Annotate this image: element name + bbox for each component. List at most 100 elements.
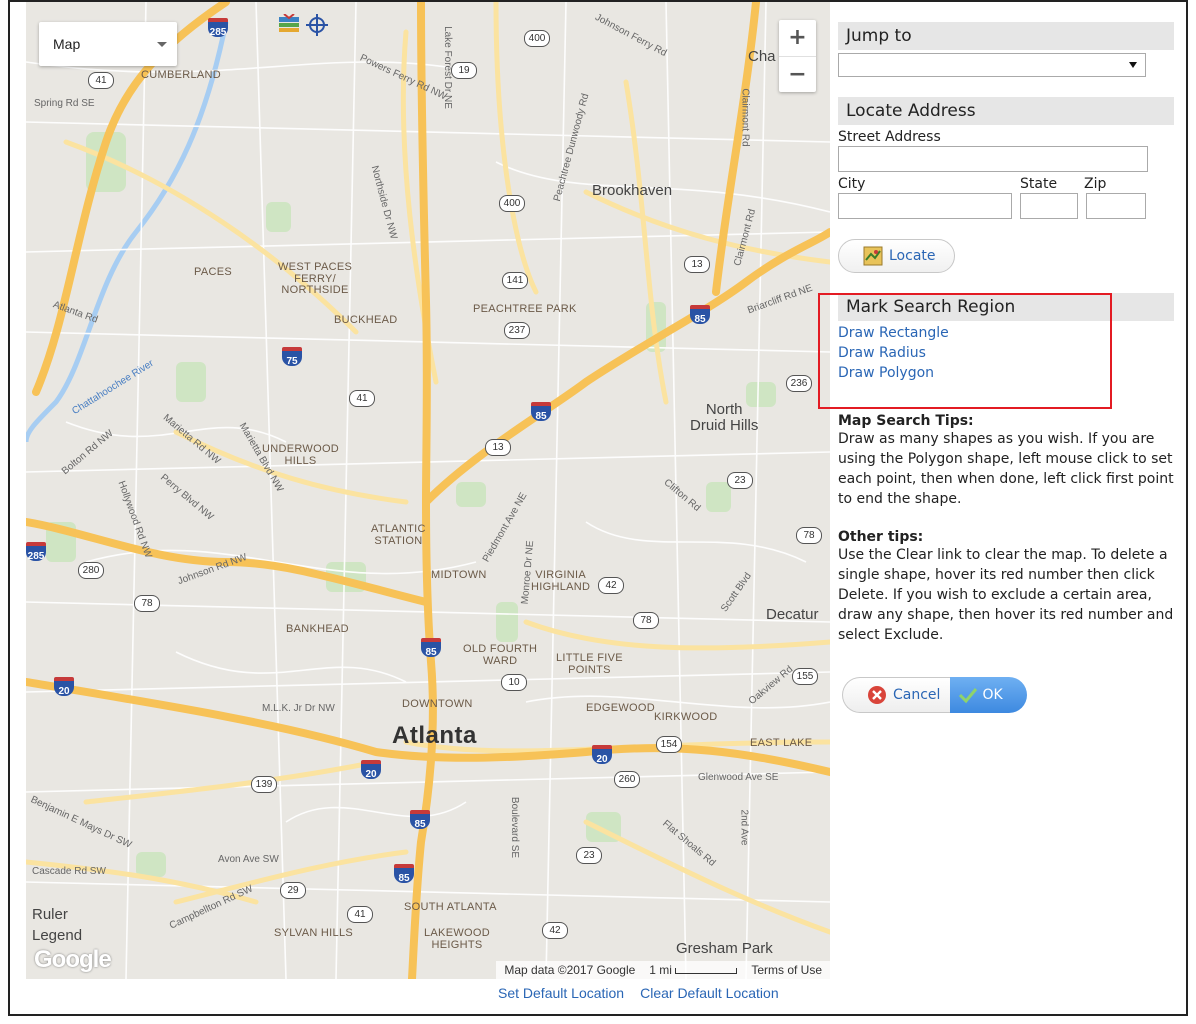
shield-400: 400 [499, 195, 525, 212]
zip-label: Zip [1084, 176, 1107, 192]
shield-10: 10 [501, 674, 527, 691]
map-scale: 1 mi [649, 963, 738, 977]
locate-button[interactable]: Locate [838, 239, 955, 273]
crosshair-icon[interactable] [306, 14, 328, 36]
shield-139: 139 [251, 776, 277, 793]
chevron-down-icon [157, 42, 167, 47]
place-brookhaven: Brookhaven [592, 182, 673, 199]
map-ruler-label[interactable]: Ruler [32, 907, 68, 923]
terms-link[interactable]: Terms of Use [751, 963, 822, 977]
shield-i20-east: 20 [592, 745, 612, 765]
place-paces: PACES [194, 266, 232, 278]
shield-i85-ne: 85 [690, 305, 710, 325]
place-gresham-park: Gresham Park [676, 940, 773, 957]
map-tools [278, 14, 332, 36]
clear-default-location-link[interactable]: Clear Default Location [640, 985, 779, 1001]
cancel-button[interactable]: Cancel [842, 677, 951, 713]
shield-29: 29 [280, 882, 306, 899]
road-boulevard: Boulevard SE [509, 796, 521, 859]
cancel-icon [868, 686, 886, 704]
zoom-control: + − [779, 20, 816, 92]
shield-i20-downtown: 20 [361, 760, 381, 780]
shield-41-north: 41 [88, 72, 114, 89]
map-base-layer [26, 2, 830, 979]
shield-260: 260 [614, 771, 640, 788]
shield-154: 154 [656, 736, 682, 753]
place-cumberland: CUMBERLAND [141, 69, 222, 81]
map-attribution-bar: Map data ©2017 Google 1 mi Terms of Use [496, 961, 830, 979]
google-logo: Google [34, 946, 112, 973]
place-cha: Cha [748, 48, 776, 65]
shield-78-west: 78 [134, 595, 160, 612]
shield-13: 13 [485, 439, 511, 456]
jump-to-select[interactable] [838, 53, 1146, 77]
zip-input[interactable] [1086, 193, 1146, 219]
road-mlk: M.L.K. Jr Dr NW [262, 703, 335, 714]
place-downtown: DOWNTOWN [402, 698, 473, 710]
map-attribution: Map data ©2017 Google [504, 963, 636, 977]
road-avon: Avon Ave SW [218, 854, 279, 865]
shield-19: 19 [451, 62, 477, 79]
map-type-selector[interactable]: Map [39, 22, 177, 66]
other-tips-text: Use the Clear link to clear the map. To … [838, 547, 1174, 643]
place-sylvan-hills: SYLVAN HILLS [274, 927, 354, 939]
street-address-label: Street Address [838, 129, 941, 145]
shield-236: 236 [786, 375, 812, 392]
locate-address-header: Locate Address [838, 97, 1174, 125]
city-label: City [838, 176, 866, 192]
checkmark-icon [959, 688, 978, 704]
state-input[interactable] [1020, 193, 1078, 219]
shield-280: 280 [78, 562, 104, 579]
road-2nd-ave: 2nd Ave [738, 809, 750, 846]
shield-13-ne: 13 [684, 256, 710, 273]
zoom-out-button[interactable]: − [779, 57, 816, 93]
map-icon [863, 246, 883, 266]
road-spring-rd: Spring Rd SE [34, 98, 95, 109]
shield-i85-north: 85 [531, 402, 551, 422]
place-kirkwood: KIRKWOOD [654, 711, 718, 723]
place-south-atlanta: SOUTH ATLANTA [404, 901, 497, 913]
set-default-location-link[interactable]: Set Default Location [498, 985, 624, 1001]
zoom-in-button[interactable]: + [779, 20, 816, 57]
map-type-label: Map [53, 36, 81, 52]
place-old-fourth-ward: OLD FOURTH WARD [463, 643, 538, 667]
shield-23-south: 23 [576, 847, 602, 864]
shield-42-north: 42 [598, 577, 624, 594]
shield-42-south: 42 [542, 922, 568, 939]
shield-i85-lower: 85 [394, 864, 414, 884]
place-virginia-highland: VIRGINIA HIGHLAND [531, 569, 591, 593]
place-underwood-hills: UNDERWOOD HILLS [262, 443, 340, 467]
road-glenwood: Glenwood Ave SE [698, 772, 779, 783]
map-canvas[interactable]: CUMBERLAND PACES WEST PACES FERRY/ NORTH… [26, 2, 830, 979]
shield-41-south: 41 [347, 906, 373, 923]
road-clairmont: Clairmont Rd [739, 88, 751, 147]
map-location-links: Set Default Location Clear Default Locat… [498, 985, 779, 1001]
shield-78-mid: 78 [633, 612, 659, 629]
shield-i85-midtown: 85 [421, 638, 441, 658]
layers-icon[interactable] [278, 14, 300, 34]
search-region-highlight-box [818, 293, 1112, 409]
jump-to-header: Jump to [838, 22, 1174, 50]
road-cascade: Cascade Rd SW [32, 866, 106, 877]
map-legend-label[interactable]: Legend [32, 928, 82, 944]
place-edgewood: EDGEWOOD [586, 702, 656, 714]
place-buckhead: BUCKHEAD [334, 314, 398, 326]
place-bankhead: BANKHEAD [286, 623, 349, 635]
shield-237: 237 [504, 322, 530, 339]
place-decatur: Decatur [766, 606, 819, 623]
city-input[interactable] [838, 193, 1012, 219]
ok-button[interactable]: OK [950, 677, 1027, 713]
street-address-input[interactable] [838, 146, 1148, 172]
place-midtown: MIDTOWN [431, 569, 487, 581]
shield-155: 155 [792, 668, 818, 685]
app-frame: CUMBERLAND PACES WEST PACES FERRY/ NORTH… [8, 0, 1188, 1016]
shield-i285-west: 285 [26, 542, 46, 562]
place-lakewood-heights: LAKEWOOD HEIGHTS [424, 927, 490, 951]
shield-i75-north: 75 [282, 347, 302, 367]
dropdown-arrow-icon [1129, 62, 1137, 68]
shield-i285-north: 285 [208, 18, 228, 38]
shield-23-north: 23 [727, 472, 753, 489]
shield-41-mid: 41 [349, 390, 375, 407]
place-little-five-points: LITTLE FIVE POINTS [556, 652, 623, 676]
map-search-tips-title: Map Search Tips: [838, 413, 974, 429]
